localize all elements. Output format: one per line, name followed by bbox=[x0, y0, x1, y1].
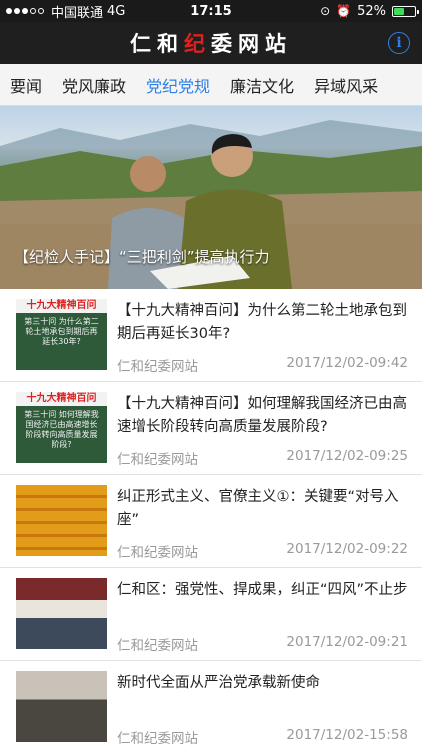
network-label: 4G bbox=[107, 3, 126, 19]
category-tabs: 要闻 党风廉政 党纪党规 廉洁文化 异域风采 bbox=[0, 64, 422, 106]
news-date: 2017/12/02-15:58 bbox=[286, 727, 408, 743]
news-title: 纠正形式主义、官僚主义①：关键要“对号入座” bbox=[117, 489, 399, 528]
status-right: ⊙ ⏰ 52% bbox=[320, 3, 419, 19]
status-bar: 中国联通 4G 17:15 ⊙ ⏰ 52% bbox=[0, 0, 422, 22]
news-item[interactable]: 纠正形式主义、官僚主义①：关键要“对号入座” 仁和纪委网站 2017/12/02… bbox=[0, 475, 422, 568]
signal-icon bbox=[6, 8, 44, 14]
news-title: 仁和区：强党性、捍成果，纠正“四风”不止步 bbox=[117, 582, 408, 598]
thumbnail-text: 第三十问 如何理解我国经济已由高速增长阶段转向高质量发展阶段? bbox=[24, 410, 99, 449]
news-thumbnail bbox=[16, 485, 107, 556]
thumbnail-heading: 十九大精神百问 bbox=[16, 392, 107, 406]
news-thumbnail: 十九大精神百问 第三十问 如何理解我国经济已由高速增长阶段转向高质量发展阶段? bbox=[16, 392, 107, 463]
app-title: 仁和纪委网站 bbox=[130, 28, 292, 58]
battery-fill bbox=[394, 7, 405, 15]
status-left: 中国联通 4G bbox=[6, 2, 320, 21]
news-item[interactable]: 十九大精神百问 第三十问 如何理解我国经济已由高速增长阶段转向高质量发展阶段? … bbox=[0, 382, 422, 475]
news-title: 新时代全面从严治党承载新使命 bbox=[117, 675, 320, 691]
rotation-lock-icon: ⊙ bbox=[320, 4, 331, 18]
news-source: 仁和纪委网站 bbox=[117, 638, 198, 654]
news-date: 2017/12/02-09:42 bbox=[286, 355, 408, 371]
news-thumbnail: 十九大精神百问 第三十问 为什么第二轮土地承包到期后再延长30年? bbox=[16, 299, 107, 370]
news-thumbnail bbox=[16, 671, 107, 742]
title-part2: 委网站 bbox=[211, 31, 292, 56]
news-title: 【十九大精神百问】如何理解我国经济已由高速增长阶段转向高质量发展阶段? bbox=[117, 396, 407, 435]
news-title: 【十九大精神百问】为什么第二轮土地承包到期后再延长30年? bbox=[117, 303, 407, 342]
news-list: 十九大精神百问 第三十问 为什么第二轮土地承包到期后再延长30年? 【十九大精神… bbox=[0, 289, 422, 750]
tab-party-integrity[interactable]: 党风廉政 bbox=[52, 73, 136, 97]
carrier-label: 中国联通 bbox=[51, 5, 104, 21]
hero-banner[interactable]: 【纪检人手记】“三把利剑”提高执行力 bbox=[0, 106, 422, 289]
tab-party-discipline[interactable]: 党纪党规 bbox=[136, 73, 220, 97]
title-part1: 仁和 bbox=[130, 31, 184, 56]
news-source: 仁和纪委网站 bbox=[117, 452, 198, 468]
battery-icon bbox=[392, 5, 419, 17]
thumbnail-text: 第三十问 为什么第二轮土地承包到期后再延长30年? bbox=[24, 317, 99, 346]
news-source: 仁和纪委网站 bbox=[117, 731, 198, 747]
alarm-icon: ⏰ bbox=[336, 4, 352, 18]
news-thumbnail bbox=[16, 578, 107, 649]
tab-news[interactable]: 要闻 bbox=[0, 73, 52, 97]
info-icon[interactable]: i bbox=[388, 32, 410, 54]
news-date: 2017/12/02-09:25 bbox=[286, 448, 408, 464]
hero-caption: 【纪检人手记】“三把利剑”提高执行力 bbox=[14, 248, 270, 266]
title-accent: 纪 bbox=[184, 31, 211, 56]
news-date: 2017/12/02-09:22 bbox=[286, 541, 408, 557]
news-item[interactable]: 新时代全面从严治党承载新使命 仁和纪委网站 2017/12/02-15:58 bbox=[0, 661, 422, 750]
news-item[interactable]: 仁和区：强党性、捍成果，纠正“四风”不止步 仁和纪委网站 2017/12/02-… bbox=[0, 568, 422, 661]
news-date: 2017/12/02-09:21 bbox=[286, 634, 408, 650]
tab-foreign-scenes[interactable]: 异域风采 bbox=[304, 73, 388, 97]
thumbnail-heading: 十九大精神百问 bbox=[16, 299, 107, 313]
news-source: 仁和纪委网站 bbox=[117, 359, 198, 375]
tab-integrity-culture[interactable]: 廉洁文化 bbox=[220, 73, 304, 97]
news-item[interactable]: 十九大精神百问 第三十问 为什么第二轮土地承包到期后再延长30年? 【十九大精神… bbox=[0, 289, 422, 382]
title-bar: 仁和纪委网站 i bbox=[0, 22, 422, 64]
news-source: 仁和纪委网站 bbox=[117, 545, 198, 561]
battery-percent: 52% bbox=[357, 3, 386, 19]
